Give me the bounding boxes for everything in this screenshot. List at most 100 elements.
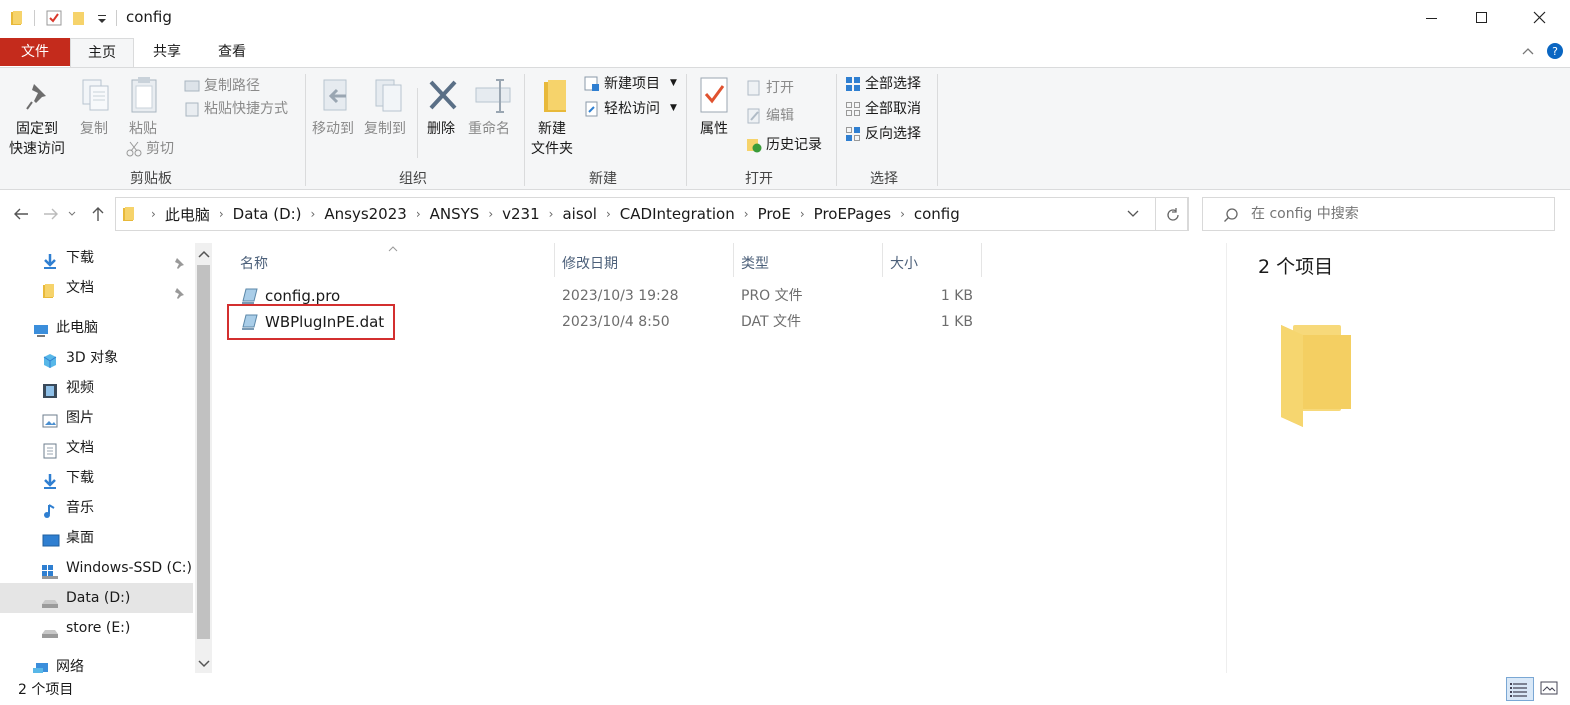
breadcrumb-item[interactable]: Data (D:) — [233, 205, 302, 223]
address-dropdown-icon[interactable] — [1126, 208, 1140, 220]
address-bar[interactable]: › 此电脑 › Data (D:) › Ansys2023 › ANSYS › … — [115, 197, 1188, 231]
breadcrumb-item[interactable]: aisol — [562, 205, 597, 223]
tab-home[interactable]: 主页 — [70, 38, 134, 68]
nav-item-downloads[interactable]: 下载 — [0, 463, 193, 493]
breadcrumb-item[interactable]: v231 — [502, 205, 540, 223]
tab-file[interactable]: 文件 — [0, 38, 70, 66]
properties-button[interactable]: 属性 — [692, 76, 738, 156]
column-header-date[interactable]: 修改日期 — [562, 249, 732, 279]
easy-access-button[interactable]: 轻松访问 ▼ — [582, 99, 682, 119]
status-bar: 2 个项目 — [0, 673, 1570, 705]
nav-item-quick-documents[interactable]: 文档 — [0, 273, 193, 303]
edit-button[interactable]: 编辑 — [744, 106, 824, 126]
nav-item-videos[interactable]: 视频 — [0, 373, 193, 403]
column-header-type[interactable]: 类型 — [741, 249, 881, 279]
properties-icon[interactable] — [46, 10, 62, 26]
nav-item-desktop[interactable]: 桌面 — [0, 523, 193, 553]
breadcrumb-item[interactable]: 此电脑 — [165, 204, 210, 225]
group-label-organize: 组织 — [399, 171, 427, 187]
file-date: 2023/10/3 19:28 — [562, 288, 679, 304]
file-date: 2023/10/4 8:50 — [562, 314, 670, 330]
pin-icon — [24, 80, 54, 112]
file-type: PRO 文件 — [741, 288, 803, 304]
large-icons-view-icon[interactable] — [1538, 678, 1560, 700]
nav-item-this-pc[interactable]: 此电脑 — [0, 313, 193, 343]
copy-button[interactable]: 复制 — [76, 76, 118, 146]
select-all-button[interactable]: 全部选择 — [843, 74, 935, 94]
breadcrumb-item[interactable]: ProEPages — [814, 205, 891, 223]
breadcrumb-item[interactable]: CADIntegration — [620, 205, 735, 223]
search-input[interactable] — [1251, 204, 1541, 224]
paste-button[interactable]: 粘贴 — [124, 76, 166, 146]
ribbon: 固定到 快速访问 复制 粘贴 复制路径 粘贴快捷方式 剪切 剪贴板 移动到 复制… — [0, 67, 1570, 190]
breadcrumb: › 此电脑 › Data (D:) › Ansys2023 › ANSYS › … — [151, 204, 960, 225]
download-icon — [42, 470, 58, 489]
copy-to-icon — [372, 78, 406, 114]
easy-access-icon — [584, 101, 600, 117]
dropdown-arrow-icon: ▼ — [670, 103, 677, 113]
title-bar: config — [0, 0, 1570, 36]
scissors-icon — [126, 141, 142, 157]
nav-item-3d-objects[interactable]: 3D 对象 — [0, 343, 193, 373]
edit-icon — [746, 108, 762, 124]
collapse-ribbon-icon[interactable] — [1520, 44, 1536, 58]
refresh-button[interactable] — [1155, 197, 1189, 231]
history-button[interactable]: 历史记录 — [744, 135, 834, 155]
rename-button[interactable]: 重命名 — [466, 76, 520, 152]
nav-item-drive-d[interactable]: Data (D:) — [0, 583, 193, 613]
column-header-size[interactable]: 大小 — [890, 249, 980, 279]
desktop-icon — [42, 530, 60, 547]
copy-to-button[interactable]: 复制到 — [362, 76, 414, 152]
help-icon[interactable]: ? — [1546, 42, 1564, 60]
new-folder-icon[interactable] — [72, 10, 86, 26]
new-folder-button[interactable]: 新建 文件夹 — [528, 76, 582, 162]
file-name: config.pro — [265, 287, 341, 305]
move-to-icon — [320, 78, 354, 114]
tab-share[interactable]: 共享 — [134, 38, 200, 66]
breadcrumb-item[interactable]: ANSYS — [430, 205, 480, 223]
move-to-button[interactable]: 移动到 — [310, 76, 362, 152]
nav-item-pictures[interactable]: 图片 — [0, 403, 193, 433]
breadcrumb-item[interactable]: config — [914, 205, 960, 223]
nav-item-drive-c[interactable]: Windows-SSD (C:) — [0, 553, 193, 583]
folder-icon — [10, 10, 24, 26]
nav-item-documents[interactable]: 文档 — [0, 433, 193, 463]
column-header-name[interactable]: 名称 — [240, 249, 550, 279]
new-item-button[interactable]: 新建项目 ▼ — [582, 74, 682, 94]
back-arrow-icon[interactable] — [12, 206, 30, 222]
pin-icon[interactable] — [172, 251, 186, 269]
paste-shortcut-button[interactable]: 粘贴快捷方式 — [182, 99, 302, 119]
scrollbar-thumb[interactable] — [197, 265, 210, 639]
details-view-icon[interactable] — [1506, 677, 1534, 701]
breadcrumb-item[interactable]: Ansys2023 — [324, 205, 406, 223]
3d-objects-icon — [42, 350, 58, 368]
maximize-icon[interactable] — [1462, 8, 1502, 28]
recent-locations-icon[interactable] — [66, 208, 78, 220]
up-arrow-icon[interactable] — [90, 205, 106, 223]
scroll-up-icon[interactable] — [198, 247, 210, 258]
select-none-button[interactable]: 全部取消 — [843, 99, 935, 119]
cut-button[interactable]: 剪切 — [124, 139, 184, 159]
file-type: DAT 文件 — [741, 314, 802, 330]
delete-button[interactable]: 删除 — [422, 76, 464, 156]
close-icon[interactable] — [1520, 8, 1560, 28]
minimize-icon[interactable] — [1412, 8, 1452, 28]
drive-icon — [40, 590, 60, 608]
nav-item-quick-downloads[interactable]: 下载 — [0, 243, 193, 273]
nav-item-drive-e[interactable]: store (E:) — [0, 613, 193, 643]
tab-view[interactable]: 查看 — [200, 38, 264, 66]
computer-icon — [32, 320, 50, 337]
nav-item-music[interactable]: 音乐 — [0, 493, 193, 523]
pin-to-quick-access-button[interactable]: 固定到 快速访问 — [6, 76, 72, 164]
copy-path-button[interactable]: 复制路径 — [182, 76, 302, 96]
search-box[interactable] — [1202, 197, 1555, 231]
nav-scrollbar[interactable] — [195, 243, 212, 673]
forward-arrow-icon[interactable] — [42, 206, 60, 222]
customize-toolbar-icon[interactable] — [96, 12, 108, 26]
breadcrumb-item[interactable]: ProE — [758, 205, 791, 223]
open-button[interactable]: 打开 — [744, 78, 824, 98]
pin-icon[interactable] — [172, 281, 186, 299]
invert-selection-button[interactable]: 反向选择 — [843, 124, 935, 144]
scroll-down-icon[interactable] — [198, 657, 210, 668]
music-icon — [42, 500, 58, 518]
